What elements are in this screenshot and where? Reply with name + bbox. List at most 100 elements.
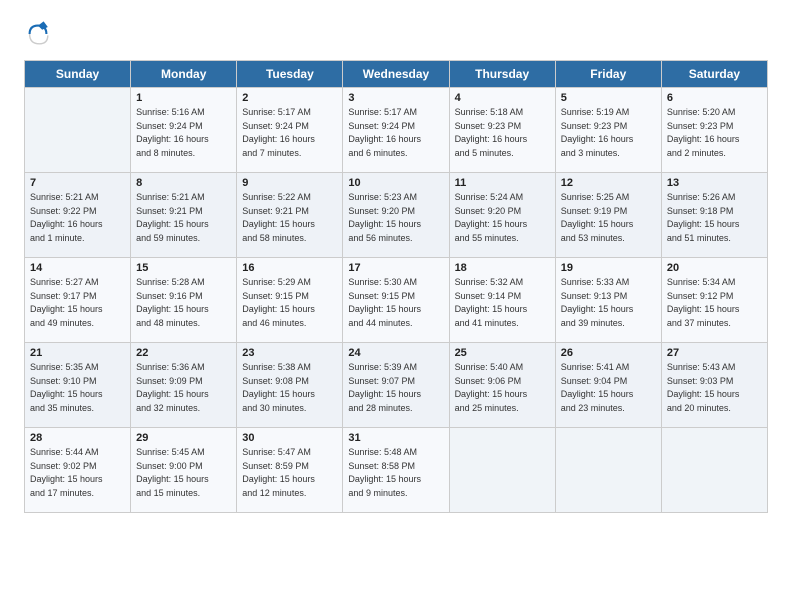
day-number: 15 (136, 262, 231, 274)
day-number: 3 (348, 92, 443, 104)
day-number: 23 (242, 347, 337, 359)
cell-info: Sunrise: 5:25 AMSunset: 9:19 PMDaylight:… (561, 191, 656, 245)
header-friday: Friday (555, 61, 661, 88)
calendar-week-row: 7 Sunrise: 5:21 AMSunset: 9:22 PMDaylight… (25, 173, 768, 258)
calendar-cell: 6 Sunrise: 5:20 AMSunset: 9:23 PMDaylight… (661, 88, 767, 173)
page-header (24, 20, 768, 48)
calendar-cell: 25 Sunrise: 5:40 AMSunset: 9:06 PMDayligh… (449, 343, 555, 428)
calendar-cell (555, 428, 661, 513)
day-number: 24 (348, 347, 443, 359)
calendar-cell: 21 Sunrise: 5:35 AMSunset: 9:10 PMDayligh… (25, 343, 131, 428)
day-number: 18 (455, 262, 550, 274)
cell-info: Sunrise: 5:38 AMSunset: 9:08 PMDaylight:… (242, 361, 337, 415)
calendar-cell: 18 Sunrise: 5:32 AMSunset: 9:14 PMDayligh… (449, 258, 555, 343)
calendar-cell: 13 Sunrise: 5:26 AMSunset: 9:18 PMDayligh… (661, 173, 767, 258)
cell-info: Sunrise: 5:43 AMSunset: 9:03 PMDaylight:… (667, 361, 762, 415)
cell-info: Sunrise: 5:19 AMSunset: 9:23 PMDaylight:… (561, 106, 656, 160)
calendar-cell: 17 Sunrise: 5:30 AMSunset: 9:15 PMDayligh… (343, 258, 449, 343)
cell-info: Sunrise: 5:40 AMSunset: 9:06 PMDaylight:… (455, 361, 550, 415)
calendar-cell: 11Sunrise: 5:24 AMSunset: 9:20 PMDayligh… (449, 173, 555, 258)
calendar-week-row: 14Sunrise: 5:27 AMSunset: 9:17 PMDayligh… (25, 258, 768, 343)
calendar-cell (661, 428, 767, 513)
day-number: 17 (348, 262, 443, 274)
cell-info: Sunrise: 5:32 AMSunset: 9:14 PMDaylight:… (455, 276, 550, 330)
calendar-header-row: SundayMondayTuesdayWednesdayThursdayFrid… (25, 61, 768, 88)
day-number: 26 (561, 347, 656, 359)
day-number: 21 (30, 347, 125, 359)
calendar-cell: 31 Sunrise: 5:48 AMSunset: 8:58 PMDayligh… (343, 428, 449, 513)
day-number: 4 (455, 92, 550, 104)
day-number: 20 (667, 262, 762, 274)
calendar-cell: 3 Sunrise: 5:17 AMSunset: 9:24 PMDaylight… (343, 88, 449, 173)
day-number: 5 (561, 92, 656, 104)
day-number: 19 (561, 262, 656, 274)
day-number: 30 (242, 432, 337, 444)
day-number: 25 (455, 347, 550, 359)
day-number: 1 (136, 92, 231, 104)
calendar-cell: 8Sunrise: 5:21 AMSunset: 9:21 PMDaylight… (131, 173, 237, 258)
calendar-cell: 22 Sunrise: 5:36 AMSunset: 9:09 PMDayligh… (131, 343, 237, 428)
calendar-cell: 7 Sunrise: 5:21 AMSunset: 9:22 PMDaylight… (25, 173, 131, 258)
cell-info: Sunrise: 5:20 AMSunset: 9:23 PMDaylight:… (667, 106, 762, 160)
cell-info: Sunrise: 5:17 AMSunset: 9:24 PMDaylight:… (242, 106, 337, 160)
cell-info: Sunrise: 5:18 AMSunset: 9:23 PMDaylight:… (455, 106, 550, 160)
day-number: 12 (561, 177, 656, 189)
calendar-cell: 12 Sunrise: 5:25 AMSunset: 9:19 PMDayligh… (555, 173, 661, 258)
calendar-week-row: 21 Sunrise: 5:35 AMSunset: 9:10 PMDayligh… (25, 343, 768, 428)
cell-info: Sunrise: 5:29 AMSunset: 9:15 PMDaylight:… (242, 276, 337, 330)
cell-info: Sunrise: 5:23 AMSunset: 9:20 PMDaylight:… (348, 191, 443, 245)
calendar-week-row: 1 Sunrise: 5:16 AMSunset: 9:24 PMDaylight… (25, 88, 768, 173)
calendar-cell: 14Sunrise: 5:27 AMSunset: 9:17 PMDayligh… (25, 258, 131, 343)
header-tuesday: Tuesday (237, 61, 343, 88)
day-number: 27 (667, 347, 762, 359)
calendar-cell: 16Sunrise: 5:29 AMSunset: 9:15 PMDayligh… (237, 258, 343, 343)
header-saturday: Saturday (661, 61, 767, 88)
calendar-cell (25, 88, 131, 173)
header-monday: Monday (131, 61, 237, 88)
calendar-cell: 2 Sunrise: 5:17 AMSunset: 9:24 PMDaylight… (237, 88, 343, 173)
calendar-cell (449, 428, 555, 513)
calendar-cell: 23 Sunrise: 5:38 AMSunset: 9:08 PMDayligh… (237, 343, 343, 428)
day-number: 6 (667, 92, 762, 104)
day-number: 10 (348, 177, 443, 189)
logo (24, 20, 56, 48)
calendar-cell: 4 Sunrise: 5:18 AMSunset: 9:23 PMDaylight… (449, 88, 555, 173)
calendar-cell: 20 Sunrise: 5:34 AMSunset: 9:12 PMDayligh… (661, 258, 767, 343)
day-number: 8 (136, 177, 231, 189)
cell-info: Sunrise: 5:41 AMSunset: 9:04 PMDaylight:… (561, 361, 656, 415)
cell-info: Sunrise: 5:44 AMSunset: 9:02 PMDaylight:… (30, 446, 125, 500)
header-wednesday: Wednesday (343, 61, 449, 88)
cell-info: Sunrise: 5:30 AMSunset: 9:15 PMDaylight:… (348, 276, 443, 330)
cell-info: Sunrise: 5:21 AMSunset: 9:22 PMDaylight:… (30, 191, 125, 245)
header-sunday: Sunday (25, 61, 131, 88)
calendar-week-row: 28 Sunrise: 5:44 AMSunset: 9:02 PMDayligh… (25, 428, 768, 513)
logo-icon (24, 20, 52, 48)
calendar-table: SundayMondayTuesdayWednesdayThursdayFrid… (24, 60, 768, 513)
calendar-cell: 5 Sunrise: 5:19 AMSunset: 9:23 PMDaylight… (555, 88, 661, 173)
cell-info: Sunrise: 5:45 AMSunset: 9:00 PMDaylight:… (136, 446, 231, 500)
day-number: 2 (242, 92, 337, 104)
cell-info: Sunrise: 5:26 AMSunset: 9:18 PMDaylight:… (667, 191, 762, 245)
calendar-cell: 27 Sunrise: 5:43 AMSunset: 9:03 PMDayligh… (661, 343, 767, 428)
calendar-cell: 28 Sunrise: 5:44 AMSunset: 9:02 PMDayligh… (25, 428, 131, 513)
cell-info: Sunrise: 5:16 AMSunset: 9:24 PMDaylight:… (136, 106, 231, 160)
calendar-cell: 19Sunrise: 5:33 AMSunset: 9:13 PMDayligh… (555, 258, 661, 343)
calendar-cell: 9 Sunrise: 5:22 AMSunset: 9:21 PMDaylight… (237, 173, 343, 258)
cell-info: Sunrise: 5:35 AMSunset: 9:10 PMDaylight:… (30, 361, 125, 415)
cell-info: Sunrise: 5:36 AMSunset: 9:09 PMDaylight:… (136, 361, 231, 415)
day-number: 7 (30, 177, 125, 189)
day-number: 28 (30, 432, 125, 444)
cell-info: Sunrise: 5:34 AMSunset: 9:12 PMDaylight:… (667, 276, 762, 330)
day-number: 29 (136, 432, 231, 444)
calendar-cell: 24Sunrise: 5:39 AMSunset: 9:07 PMDayligh… (343, 343, 449, 428)
day-number: 31 (348, 432, 443, 444)
day-number: 22 (136, 347, 231, 359)
cell-info: Sunrise: 5:22 AMSunset: 9:21 PMDaylight:… (242, 191, 337, 245)
cell-info: Sunrise: 5:17 AMSunset: 9:24 PMDaylight:… (348, 106, 443, 160)
day-number: 13 (667, 177, 762, 189)
calendar-cell: 15Sunrise: 5:28 AMSunset: 9:16 PMDayligh… (131, 258, 237, 343)
day-number: 11 (455, 177, 550, 189)
cell-info: Sunrise: 5:48 AMSunset: 8:58 PMDaylight:… (348, 446, 443, 500)
cell-info: Sunrise: 5:27 AMSunset: 9:17 PMDaylight:… (30, 276, 125, 330)
day-number: 9 (242, 177, 337, 189)
